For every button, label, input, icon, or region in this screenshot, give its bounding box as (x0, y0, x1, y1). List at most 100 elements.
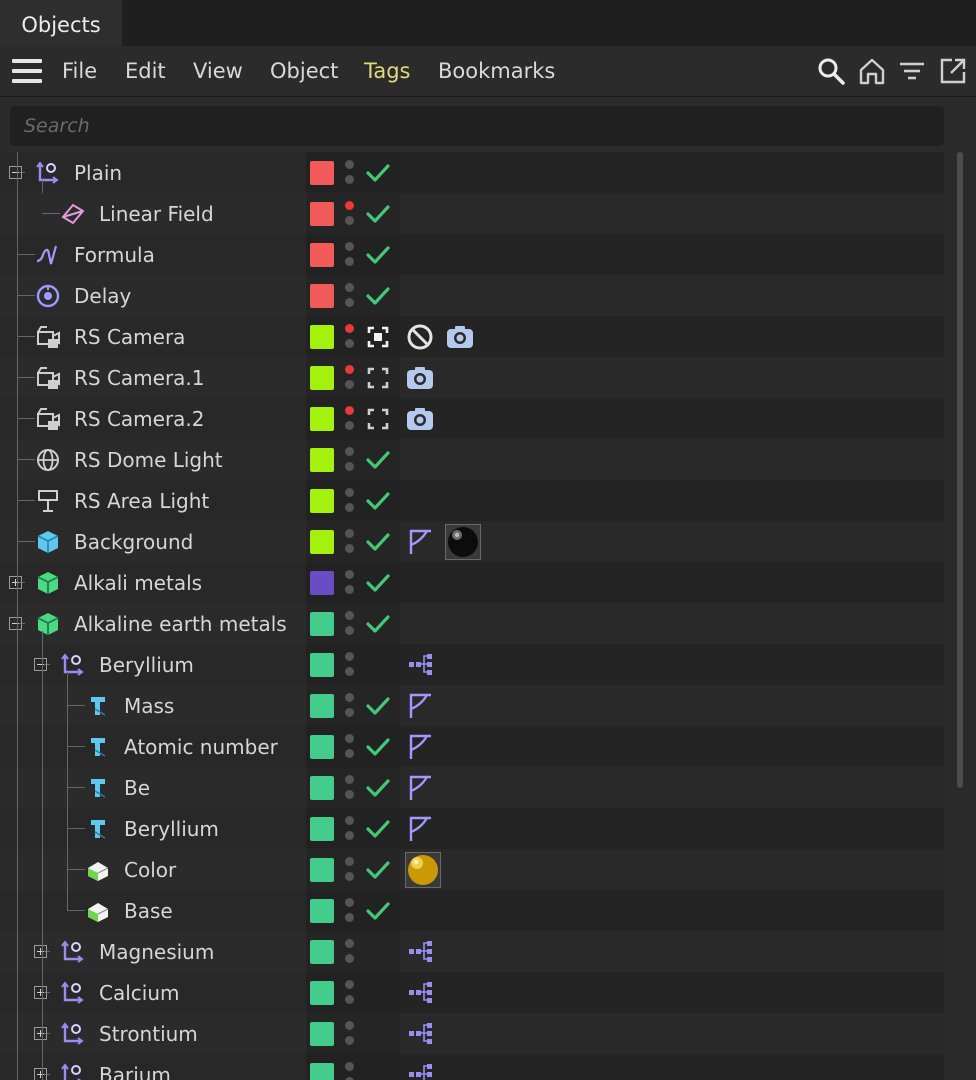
render-visibility-dot[interactable] (345, 708, 354, 717)
editor-visibility-dot[interactable] (345, 898, 354, 907)
object-name[interactable]: Beryllium (124, 808, 219, 849)
camera-target-icon[interactable] (365, 324, 391, 350)
object-name[interactable]: RS Dome Light (74, 439, 223, 480)
object-row[interactable]: RS Camera.1 (0, 357, 944, 398)
render-visibility-dot[interactable] (345, 585, 354, 594)
tab-objects[interactable]: Objects (0, 0, 122, 46)
object-name[interactable]: Mass (124, 685, 174, 726)
expand-icon[interactable] (34, 945, 47, 958)
render-visibility-dot[interactable] (345, 995, 354, 1004)
object-row[interactable]: Calcium (0, 972, 944, 1013)
object-row[interactable]: Alkaline earth metals (0, 603, 944, 644)
render-visibility-dot[interactable] (345, 667, 354, 676)
layer-color-swatch[interactable] (310, 735, 334, 759)
editor-visibility-dot[interactable] (345, 406, 354, 415)
render-visibility-dot[interactable] (345, 503, 354, 512)
enabled-check-icon[interactable] (365, 611, 391, 637)
editor-visibility-dot[interactable] (345, 570, 354, 579)
render-visibility-dot[interactable] (345, 257, 354, 266)
object-name[interactable]: Delay (74, 275, 131, 316)
object-row[interactable]: RS Dome Light (0, 439, 944, 480)
layer-color-swatch[interactable] (310, 571, 334, 595)
object-name[interactable]: Base (124, 890, 173, 931)
object-row[interactable]: Delay (0, 275, 944, 316)
enabled-check-icon[interactable] (365, 734, 391, 760)
layer-color-swatch[interactable] (310, 243, 334, 267)
render-visibility-dot[interactable] (345, 339, 354, 348)
render-visibility-dot[interactable] (345, 872, 354, 881)
object-name[interactable]: Color (124, 849, 176, 890)
object-row[interactable]: Background (0, 521, 944, 562)
material-gold-icon[interactable] (405, 852, 441, 888)
material-black-icon[interactable] (445, 524, 481, 560)
object-row[interactable]: Beryllium (0, 644, 944, 685)
scrollbar-thumb[interactable] (957, 152, 963, 788)
object-name[interactable]: Magnesium (99, 931, 214, 972)
layer-color-swatch[interactable] (310, 325, 334, 349)
object-row[interactable]: Magnesium (0, 931, 944, 972)
editor-visibility-dot[interactable] (345, 652, 354, 661)
object-name[interactable]: Alkali metals (74, 562, 202, 603)
render-visibility-dot[interactable] (345, 749, 354, 758)
enabled-check-icon[interactable] (365, 529, 391, 555)
layer-color-swatch[interactable] (310, 858, 334, 882)
object-name[interactable]: Strontium (99, 1013, 198, 1054)
editor-visibility-dot[interactable] (345, 693, 354, 702)
object-name[interactable]: Barium (99, 1054, 171, 1080)
xpresso-tag-icon[interactable] (405, 1019, 435, 1049)
layer-color-swatch[interactable] (310, 161, 334, 185)
phong-tag-icon[interactable] (405, 773, 435, 803)
home-icon[interactable] (857, 56, 887, 86)
object-name[interactable]: Be (124, 767, 150, 808)
layer-color-swatch[interactable] (310, 366, 334, 390)
object-name[interactable]: RS Area Light (74, 480, 209, 521)
render-visibility-dot[interactable] (345, 544, 354, 553)
render-visibility-dot[interactable] (345, 298, 354, 307)
scrollbar[interactable] (954, 152, 966, 1080)
xpresso-tag-icon[interactable] (405, 978, 435, 1008)
object-row[interactable]: Atomic number (0, 726, 944, 767)
expand-icon[interactable] (34, 1068, 47, 1080)
render-visibility-dot[interactable] (345, 626, 354, 635)
object-row[interactable]: Plain (0, 152, 944, 193)
layer-color-swatch[interactable] (310, 1022, 334, 1046)
object-row[interactable]: Mass (0, 685, 944, 726)
expand-icon[interactable] (34, 1027, 47, 1040)
layer-color-swatch[interactable] (310, 489, 334, 513)
layer-color-swatch[interactable] (310, 694, 334, 718)
object-row[interactable]: Strontium (0, 1013, 944, 1054)
object-row[interactable]: RS Camera.2 (0, 398, 944, 439)
enabled-check-icon[interactable] (365, 570, 391, 596)
editor-visibility-dot[interactable] (345, 488, 354, 497)
editor-visibility-dot[interactable] (345, 734, 354, 743)
editor-visibility-dot[interactable] (345, 816, 354, 825)
editor-visibility-dot[interactable] (345, 160, 354, 169)
layer-color-swatch[interactable] (310, 653, 334, 677)
render-visibility-dot[interactable] (345, 380, 354, 389)
editor-visibility-dot[interactable] (345, 447, 354, 456)
camera-tag-icon[interactable] (445, 322, 475, 352)
editor-visibility-dot[interactable] (345, 611, 354, 620)
layer-color-swatch[interactable] (310, 981, 334, 1005)
editor-visibility-dot[interactable] (345, 1021, 354, 1030)
camera-tag-icon[interactable] (405, 363, 435, 393)
phong-tag-icon[interactable] (405, 527, 435, 557)
enabled-check-icon[interactable] (365, 898, 391, 924)
editor-visibility-dot[interactable] (345, 857, 354, 866)
editor-visibility-dot[interactable] (345, 939, 354, 948)
object-name[interactable]: RS Camera (74, 316, 185, 357)
camera-tag-icon[interactable] (405, 404, 435, 434)
search-input[interactable] (10, 106, 944, 146)
object-row[interactable]: Be (0, 767, 944, 808)
editor-visibility-dot[interactable] (345, 980, 354, 989)
new-window-icon[interactable] (938, 56, 968, 86)
hamburger-menu-icon[interactable] (12, 59, 42, 83)
render-visibility-dot[interactable] (345, 175, 354, 184)
object-name[interactable]: Background (74, 521, 193, 562)
object-name[interactable]: Alkaline earth metals (74, 603, 287, 644)
layer-color-swatch[interactable] (310, 1063, 334, 1080)
object-row[interactable]: Color (0, 849, 944, 890)
layer-color-swatch[interactable] (310, 817, 334, 841)
collapse-icon[interactable] (9, 166, 22, 179)
enabled-check-icon[interactable] (365, 447, 391, 473)
